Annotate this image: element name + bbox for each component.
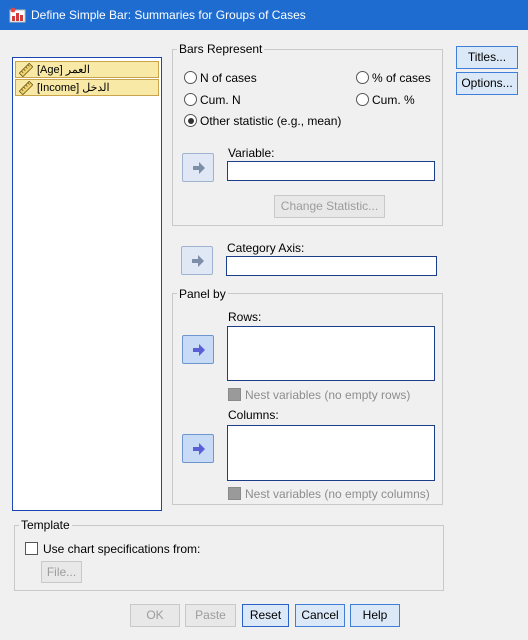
right-arrow-icon — [192, 255, 204, 267]
use-chart-spec-label: Use chart specifications from: — [43, 542, 201, 556]
radio-pct-of-cases[interactable] — [356, 71, 369, 84]
rows-field[interactable] — [227, 326, 435, 381]
radio-cum-n[interactable] — [184, 93, 197, 106]
reset-button[interactable]: Reset — [242, 604, 289, 627]
other-statistic-label: Other statistic (e.g., mean) — [200, 114, 342, 128]
right-arrow-icon — [193, 443, 205, 455]
radio-other-statistic[interactable] — [184, 114, 197, 127]
move-to-columns-button[interactable] — [182, 434, 214, 463]
category-axis-label: Category Axis: — [227, 241, 305, 255]
template-title: Template — [19, 518, 72, 532]
columns-label: Columns: — [228, 408, 279, 422]
titles-button[interactable]: Titles... — [456, 46, 518, 69]
right-arrow-icon — [193, 162, 205, 174]
change-statistic-button[interactable]: Change Statistic... — [274, 195, 385, 218]
file-button[interactable]: File... — [41, 561, 82, 583]
variable-item-age[interactable]: [Age] العمر — [15, 61, 159, 78]
columns-field[interactable] — [227, 425, 435, 481]
cancel-button[interactable]: Cancel — [295, 604, 345, 627]
window-title: Define Simple Bar: Summaries for Groups … — [31, 8, 306, 22]
radio-n-of-cases[interactable] — [184, 71, 197, 84]
right-arrow-icon — [193, 344, 205, 356]
nest-columns-label: Nest variables (no empty columns) — [245, 487, 430, 501]
variable-list[interactable]: [Age] العمر [Income] الدخل — [12, 57, 162, 511]
variable-label: [Income] الدخل — [37, 82, 110, 94]
use-chart-spec-checkbox[interactable] — [25, 542, 38, 555]
nest-columns-checkbox[interactable] — [228, 487, 241, 500]
nest-rows-label: Nest variables (no empty rows) — [245, 388, 411, 402]
cum-pct-label: Cum. % — [372, 93, 415, 107]
paste-button[interactable]: Paste — [185, 604, 236, 627]
variable-field[interactable] — [227, 161, 435, 181]
ruler-icon — [19, 63, 33, 77]
radio-cum-pct[interactable] — [356, 93, 369, 106]
move-to-rows-button[interactable] — [182, 335, 214, 364]
options-button[interactable]: Options... — [456, 72, 518, 95]
variable-label: [Age] العمر — [37, 64, 90, 76]
panel-by-title: Panel by — [177, 287, 228, 301]
n-of-cases-label: N of cases — [200, 71, 257, 85]
title-bar: Define Simple Bar: Summaries for Groups … — [0, 0, 528, 30]
ruler-icon — [19, 81, 33, 95]
move-to-variable-button[interactable] — [182, 153, 214, 182]
nest-rows-checkbox[interactable] — [228, 388, 241, 401]
bars-represent-title: Bars Represent — [177, 42, 265, 56]
spss-chart-icon — [9, 7, 26, 23]
move-to-category-axis-button[interactable] — [181, 246, 213, 275]
rows-label: Rows: — [228, 310, 262, 324]
ok-button[interactable]: OK — [130, 604, 180, 627]
category-axis-field[interactable] — [226, 256, 437, 276]
variable-label: Variable: — [228, 146, 275, 160]
help-button[interactable]: Help — [350, 604, 400, 627]
variable-item-income[interactable]: [Income] الدخل — [15, 79, 159, 96]
pct-of-cases-label: % of cases — [372, 71, 431, 85]
cum-n-label: Cum. N — [200, 93, 241, 107]
